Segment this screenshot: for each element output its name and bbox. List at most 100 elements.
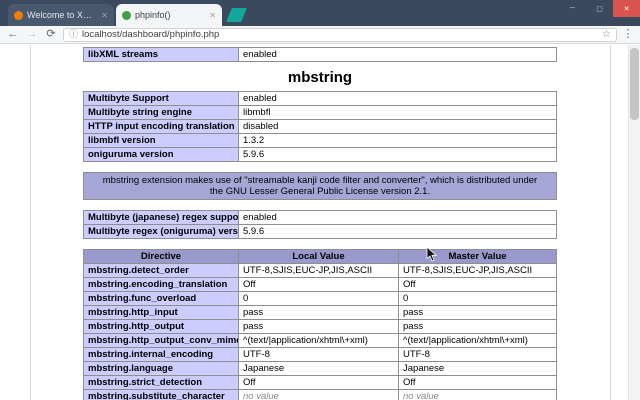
value-cell: UTF-8,SJIS,EUC-JP,JIS,ASCII [239,264,399,278]
scrollbar-thumb[interactable] [630,48,639,120]
table-row: mbstring.http_output_conv_mimetypes ^(tex… [84,334,557,348]
label-cell: mbstring.encoding_translation [84,278,239,292]
label-cell: mbstring.language [84,362,239,376]
table-row: libXML streamsenabled [84,48,557,62]
page-right-border [610,45,611,400]
mouse-cursor [426,247,437,267]
table-row: Multibyte Supportenabled [84,92,557,106]
refresh-icon[interactable]: ⟳ [44,29,58,40]
back-icon[interactable]: ← [6,29,20,40]
value-cell: 1.3.2 [239,134,557,148]
value-cell: 0 [399,292,557,306]
label-cell: oniguruma version [84,148,239,162]
value-cell: enabled [239,48,557,62]
tab-close-icon[interactable]: ✕ [209,11,216,20]
value-cell: no value [239,390,399,400]
value-cell: pass [399,320,557,334]
table-row: mbstring.func_overload00 [84,292,557,306]
close-button[interactable]: ✕ [613,0,640,17]
label-cell: Multibyte regex (oniguruma) version [84,225,239,239]
tab-phpinfo[interactable]: phpinfo() ✕ [116,4,222,26]
mbstring-notice-table: mbstring extension makes use of "streama… [83,172,557,200]
table-row: mbstring.strict_detectionOffOff [84,376,557,390]
label-cell: mbstring.strict_detection [84,376,239,390]
label-cell: libmbfl version [84,134,239,148]
table-row: mbstring.languageJapaneseJapanese [84,362,557,376]
table-row: HTTP input encoding translationdisabled [84,120,557,134]
bookmark-star-icon[interactable]: ☆ [602,30,611,40]
value-cell: no value [399,390,557,400]
table-row: mbstring.http_outputpasspass [84,320,557,334]
page-content: libXML streamsenabled mbstring Multibyte… [0,45,640,400]
browser-menu-icon[interactable]: ⋮ [622,29,634,40]
mbstring-support-table: Multibyte SupportenabledMultibyte string… [83,91,557,162]
mbstring-regex-table: Multibyte (japanese) regex supportenable… [83,210,557,239]
forward-icon[interactable]: → [25,29,39,40]
page-scrollbar[interactable] [628,45,640,400]
value-cell: UTF-8 [239,348,399,362]
table-row: mbstring.encoding_translationOffOff [84,278,557,292]
value-cell: enabled [239,211,557,225]
label-cell: mbstring.http_output [84,320,239,334]
column-header: Directive [84,250,239,264]
label-cell: Multibyte Support [84,92,239,106]
xampp-favicon-icon [14,11,23,20]
value-cell: enabled [239,92,557,106]
label-cell: HTTP input encoding translation [84,120,239,134]
value-cell: disabled [239,120,557,134]
table-row: mbstring.http_inputpasspass [84,306,557,320]
value-cell: Japanese [399,362,557,376]
browser-toolbar: ← → ⟳ ⓘ localhost/dashboard/phpinfo.php … [0,26,640,44]
value-cell: pass [239,320,399,334]
new-tab-button[interactable] [226,8,247,22]
label-cell: mbstring.http_output_conv_mimetypes [84,334,239,348]
table-row: Multibyte regex (oniguruma) version5.9.6 [84,225,557,239]
label-cell: mbstring.substitute_character [84,390,239,400]
tab-title: Welcome to XAMPP [27,10,97,20]
value-cell: 5.9.6 [239,148,557,162]
value-cell: UTF-8,SJIS,EUC-JP,JIS,ASCII [399,264,557,278]
phpinfo-favicon-icon [122,11,131,20]
table-row: libmbfl version1.3.2 [84,134,557,148]
label-cell: mbstring.func_overload [84,292,239,306]
minimize-button[interactable]: ─ [559,0,586,17]
table-row: Multibyte string enginelibmbfl [84,106,557,120]
page-left-border [30,45,31,400]
value-cell: Off [239,278,399,292]
tab-welcome-xampp[interactable]: Welcome to XAMPP ✕ [8,4,114,26]
value-cell: Off [239,376,399,390]
url-bar[interactable]: ⓘ localhost/dashboard/phpinfo.php ☆ [63,28,617,42]
table-row: Multibyte (japanese) regex supportenable… [84,211,557,225]
libxml-table-fragment: libXML streamsenabled [83,47,557,62]
value-cell: pass [239,306,399,320]
tab-close-icon[interactable]: ✕ [101,11,108,20]
tab-title: phpinfo() [135,10,205,20]
phpinfo-report: libXML streamsenabled mbstring Multibyte… [83,45,557,400]
table-row: oniguruma version5.9.6 [84,148,557,162]
tab-strip: Welcome to XAMPP ✕ phpinfo() ✕ ─ ▢ ✕ [0,0,640,26]
table-row: mbstring.substitute_characterno valueno … [84,390,557,400]
browser-window: Welcome to XAMPP ✕ phpinfo() ✕ ─ ▢ ✕ ← →… [0,0,640,400]
mbstring-directives-table: DirectiveLocal ValueMaster Value mbstrin… [83,249,557,400]
value-cell: 0 [239,292,399,306]
table-row: mbstring.detect_orderUTF-8,SJIS,EUC-JP,J… [84,264,557,278]
value-cell: UTF-8 [399,348,557,362]
value-cell: Off [399,376,557,390]
url-text[interactable]: localhost/dashboard/phpinfo.php [82,29,598,40]
label-cell: mbstring.internal_encoding [84,348,239,362]
label-cell: libXML streams [84,48,239,62]
value-cell: Off [399,278,557,292]
value-cell: 5.9.6 [239,225,557,239]
window-controls: ─ ▢ ✕ [559,0,640,17]
page-info-icon[interactable]: ⓘ [69,30,78,39]
maximize-button[interactable]: ▢ [586,0,613,17]
label-cell: mbstring.detect_order [84,264,239,278]
value-cell: pass [399,306,557,320]
table-row: mbstring.internal_encodingUTF-8UTF-8 [84,348,557,362]
value-cell: Japanese [239,362,399,376]
label-cell: Multibyte (japanese) regex support [84,211,239,225]
license-notice: mbstring extension makes use of "streama… [84,173,557,200]
column-header: Master Value [399,250,557,264]
column-header: Local Value [239,250,399,264]
value-cell: ^(text/|application/xhtml\+xml) [399,334,557,348]
